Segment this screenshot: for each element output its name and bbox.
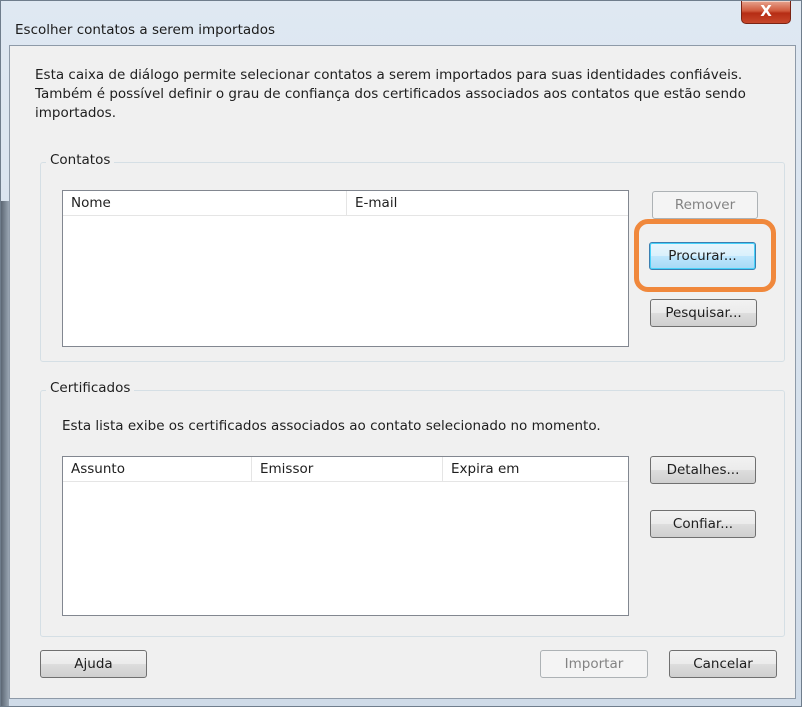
search-button[interactable]: Pesquisar... (650, 299, 757, 327)
browse-button[interactable]: Procurar... (649, 242, 756, 270)
column-header-expires[interactable]: Expira em (443, 457, 628, 481)
contacts-list-header: Nome E-mail (63, 191, 628, 216)
window-edge (1, 201, 9, 706)
close-icon: X (760, 2, 772, 20)
contacts-list[interactable]: Nome E-mail (62, 190, 629, 347)
cancel-button[interactable]: Cancelar (669, 650, 777, 678)
window-title: Escolher contatos a serem importados (15, 22, 275, 38)
column-header-email[interactable]: E-mail (347, 191, 628, 215)
remove-button[interactable]: Remover (652, 191, 758, 219)
title-bar[interactable]: Escolher contatos a serem importados X (1, 1, 801, 45)
trust-button[interactable]: Confiar... (650, 510, 756, 538)
certificates-list-header: Assunto Emissor Expira em (63, 457, 628, 482)
close-button[interactable]: X (741, 1, 791, 24)
import-button[interactable]: Importar (540, 650, 648, 678)
certificates-description: Esta lista exibe os certificados associa… (62, 418, 601, 434)
column-header-name[interactable]: Nome (63, 191, 347, 215)
dialog-client-area: Esta caixa de diálogo permite selecionar… (9, 45, 796, 699)
certificates-list[interactable]: Assunto Emissor Expira em (62, 456, 629, 616)
contacts-group-label: Contatos (46, 152, 115, 168)
certificates-group-label: Certificados (46, 380, 135, 396)
column-header-issuer[interactable]: Emissor (252, 457, 443, 481)
help-button[interactable]: Ajuda (40, 650, 147, 678)
details-button[interactable]: Detalhes... (650, 456, 756, 484)
dialog-window: Escolher contatos a serem importados X E… (0, 0, 802, 707)
intro-text: Esta caixa de diálogo permite selecionar… (35, 67, 746, 121)
column-header-subject[interactable]: Assunto (63, 457, 252, 481)
